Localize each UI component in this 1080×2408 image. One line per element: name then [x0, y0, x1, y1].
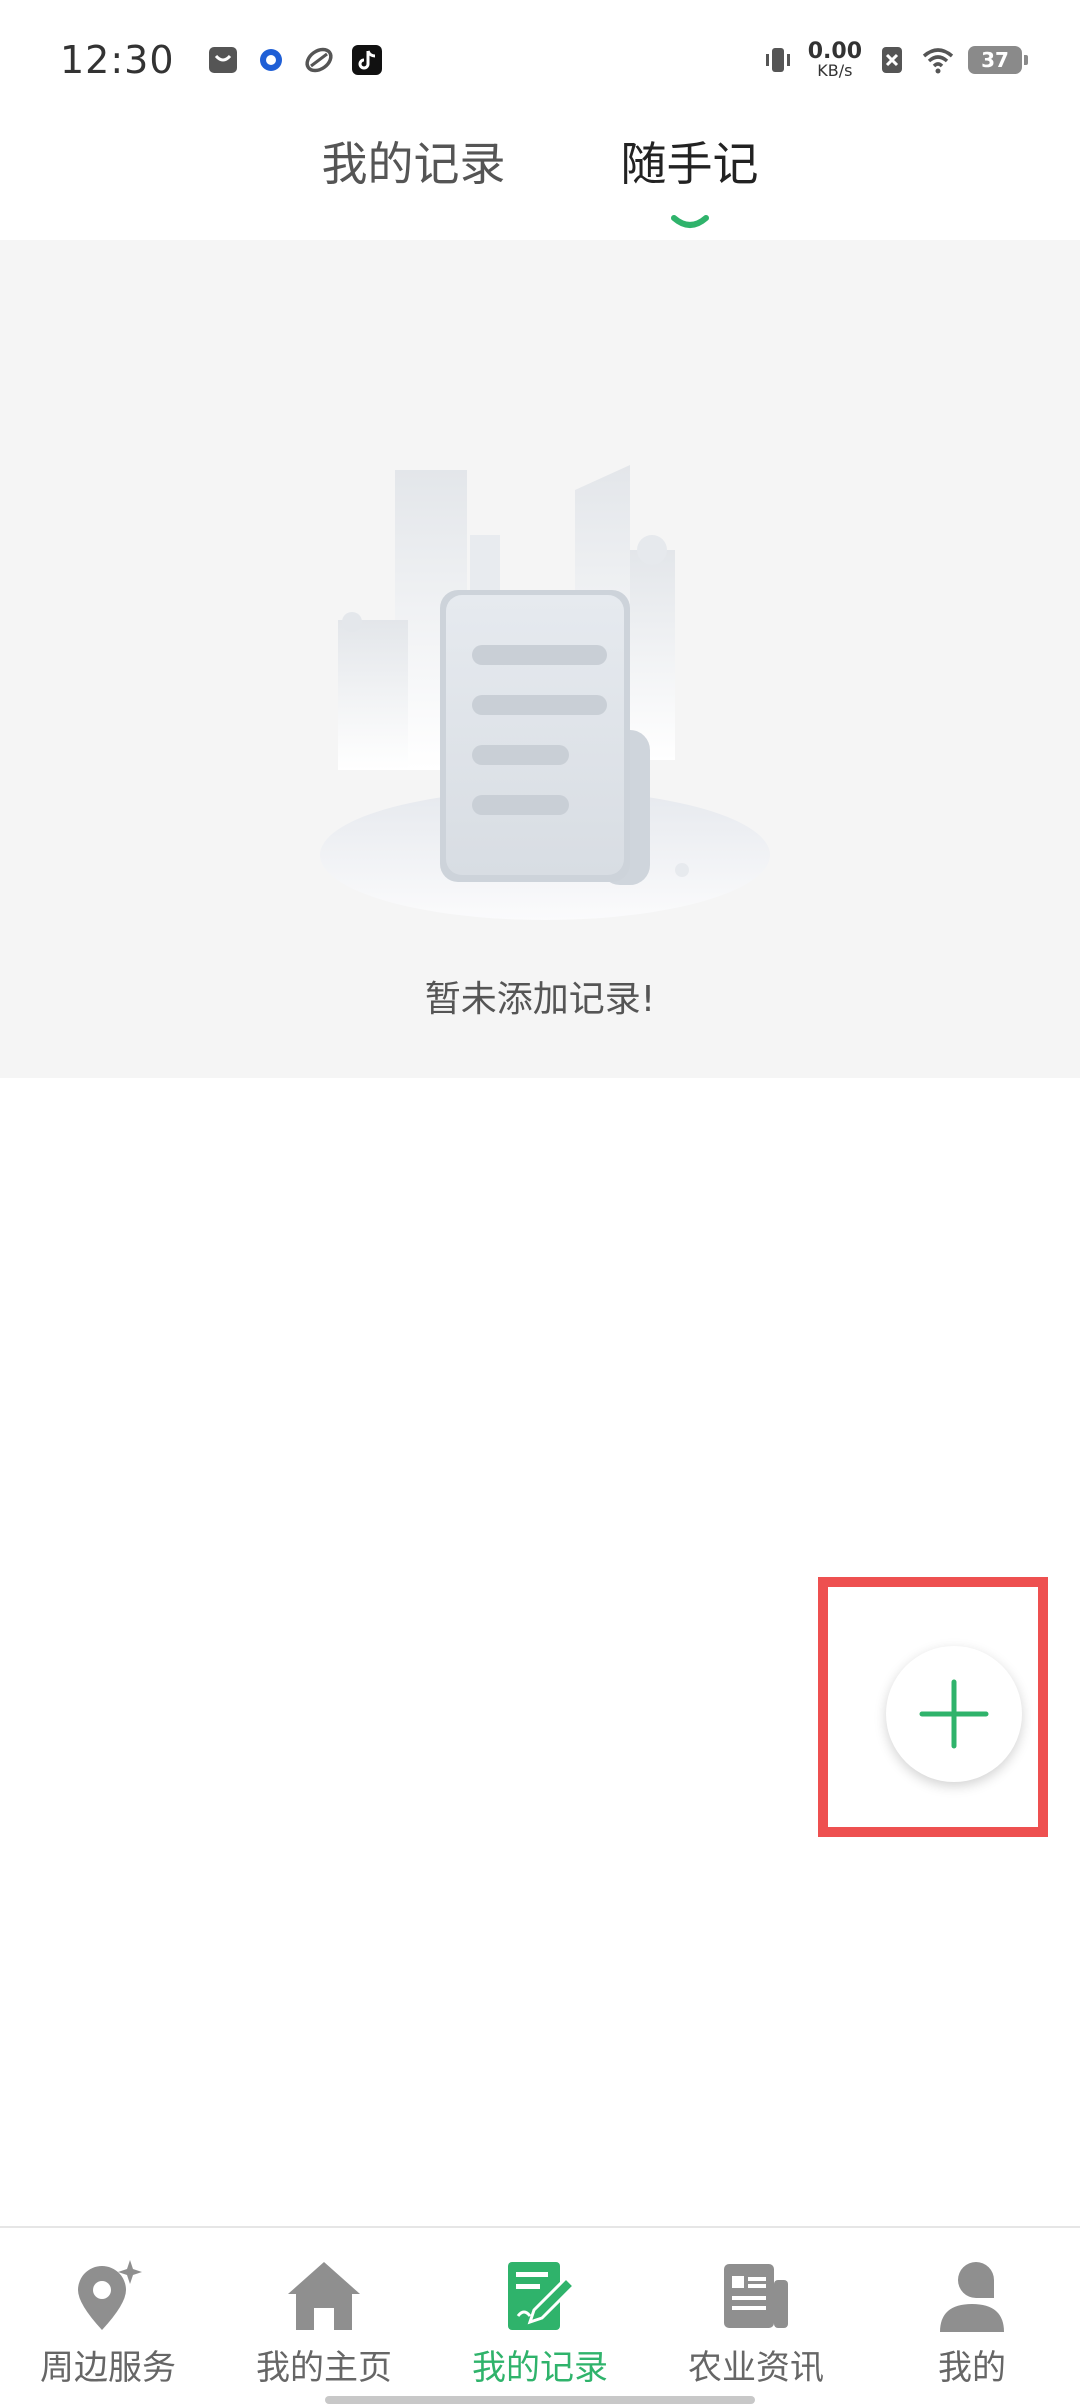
empty-state-panel: 暂未添加记录! [0, 240, 1080, 1078]
nav-my-homepage[interactable]: 我的主页 [216, 2228, 432, 2408]
home-icon [288, 2262, 360, 2330]
nav-nearby-services[interactable]: 周边服务 [0, 2228, 216, 2408]
tiktok-icon [351, 45, 382, 75]
empty-document-illustration [320, 465, 770, 920]
nav-label-nearby-services: 周边服务 [40, 2348, 176, 2388]
net-speed-unit: KB/s [817, 61, 853, 80]
news-icon [724, 2264, 788, 2328]
active-tab-indicator [670, 215, 709, 228]
nav-label-agri-news: 农业资讯 [688, 2348, 824, 2388]
tab-quick-notes-label: 随手记 [620, 137, 759, 191]
status-bar: 12:30 0.00 KB/s 37 [0, 0, 1080, 120]
nav-my-records[interactable]: 我的记录 [432, 2228, 648, 2408]
notes-icon [508, 2262, 577, 2330]
empty-state-message: 暂未添加记录! [424, 979, 656, 1020]
nav-agri-news[interactable]: 农业资讯 [648, 2228, 864, 2408]
link-icon [304, 47, 333, 73]
nav-me[interactable]: 我的 [864, 2228, 1080, 2408]
no-sim-icon [882, 47, 902, 73]
screen: 12:30 0.00 KB/s 37 我的记录 随手记 暂未添加记录! 周边服务… [0, 0, 1080, 2408]
user-icon [940, 2262, 1004, 2332]
add-record-button[interactable] [886, 1646, 1022, 1782]
status-time: 12:30 [60, 38, 175, 82]
status-right: 0.00 KB/s 37 [762, 41, 1028, 79]
home-indicator-bar[interactable] [325, 2396, 755, 2404]
net-speed-value: 0.00 [807, 39, 862, 64]
net-speed: 0.00 KB/s [808, 41, 862, 79]
bottom-navigation: 周边服务 我的主页 我的记录 农业资讯 我的 [0, 2226, 1080, 2408]
vibrate-icon [765, 48, 790, 72]
battery-icon: 37 [968, 46, 1028, 74]
browser-icon [259, 49, 282, 71]
nav-label-my-records: 我的记录 [472, 2348, 608, 2388]
plus-icon [919, 1679, 989, 1749]
tab-quick-notes[interactable]: 随手记 [621, 120, 759, 240]
wifi-icon [922, 48, 954, 74]
nav-label-my-homepage: 我的主页 [256, 2348, 392, 2388]
location-icon [78, 2260, 142, 2330]
message-icon [208, 47, 237, 73]
nav-label-me: 我的 [938, 2348, 1006, 2388]
tab-my-records[interactable]: 我的记录 [322, 120, 506, 240]
top-tabs: 我的记录 随手记 [0, 120, 1080, 240]
status-left: 12:30 [60, 38, 383, 82]
